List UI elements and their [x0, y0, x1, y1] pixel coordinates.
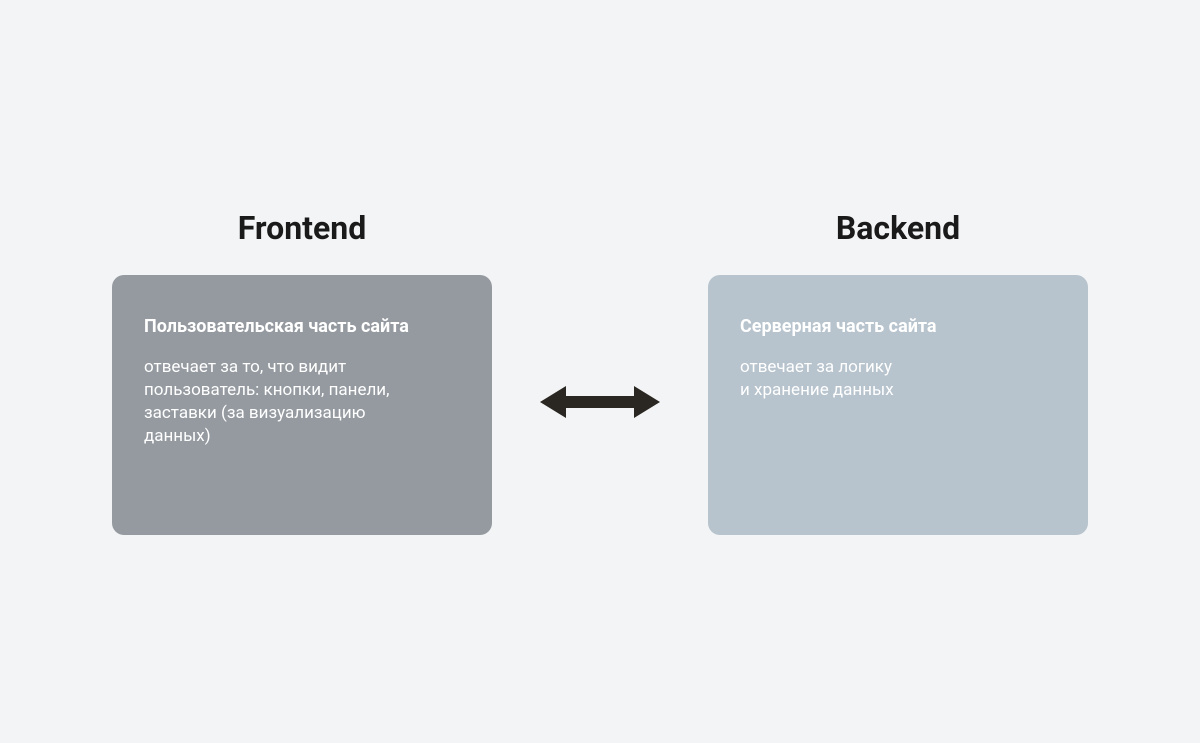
backend-card-title: Серверная часть сайта — [740, 315, 1056, 338]
backend-column: Backend Серверная часть сайта отвечает з… — [708, 209, 1088, 535]
diagram-container: Frontend Пользовательская часть сайта от… — [112, 209, 1088, 535]
backend-heading: Backend — [836, 209, 960, 247]
frontend-card-title: Пользовательская часть сайта — [144, 315, 460, 338]
backend-card-description: отвечает за логику и хранение данных — [740, 356, 1056, 402]
double-arrow-icon — [540, 384, 660, 420]
frontend-card-description: отвечает за то, что видит пользователь: … — [144, 356, 460, 448]
backend-card: Серверная часть сайта отвечает за логику… — [708, 275, 1088, 535]
frontend-column: Frontend Пользовательская часть сайта от… — [112, 209, 492, 535]
frontend-heading: Frontend — [238, 209, 366, 247]
frontend-card: Пользовательская часть сайта отвечает за… — [112, 275, 492, 535]
